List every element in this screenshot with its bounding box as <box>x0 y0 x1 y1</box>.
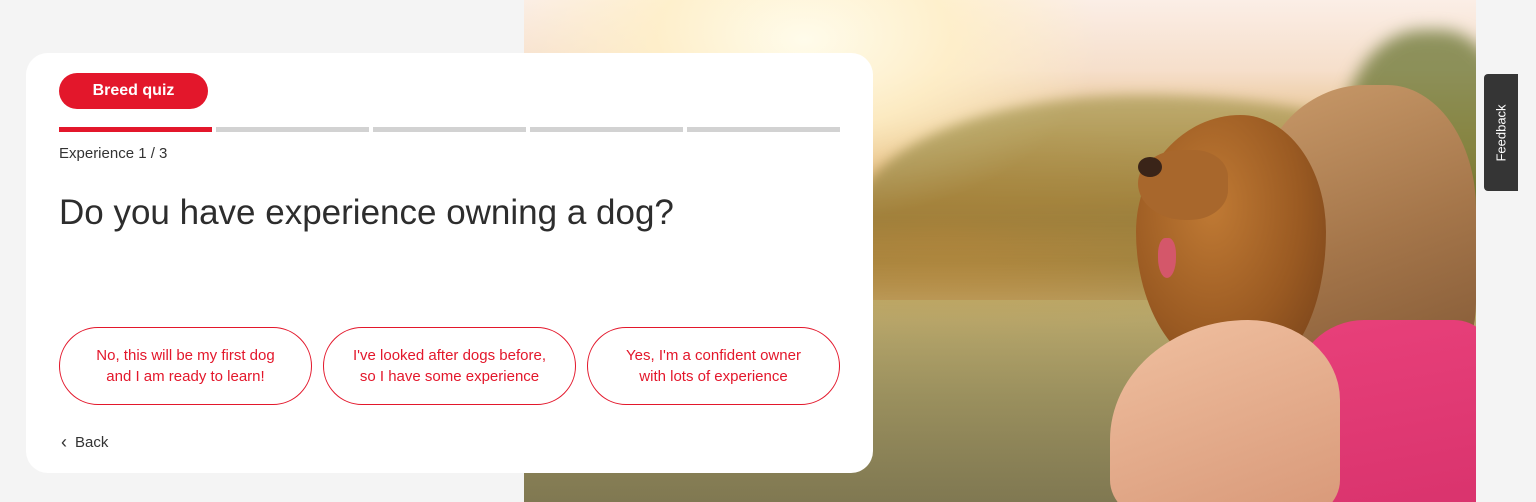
progress-bar <box>59 127 840 132</box>
answer-label: I've looked after dogs before, so I have… <box>353 347 546 385</box>
answer-confident-owner-button[interactable]: Yes, I'm a confident owner with lots of … <box>587 327 840 405</box>
hero-dog-nose <box>1138 157 1162 177</box>
progress-segment <box>530 127 683 132</box>
answer-some-experience-button[interactable]: I've looked after dogs before, so I have… <box>323 327 576 405</box>
chevron-left-icon: ‹ <box>61 432 67 452</box>
back-link[interactable]: ‹ Back <box>61 433 108 451</box>
back-label: Back <box>75 433 109 451</box>
quiz-card: Breed quiz Experience 1 / 3 Do you have … <box>26 53 873 473</box>
progress-segment <box>687 127 840 132</box>
answer-options: No, this will be my first dog and I am r… <box>59 327 840 405</box>
progress-segment <box>59 127 212 132</box>
step-label: Experience 1 / 3 <box>59 145 168 162</box>
hero-dog-tongue <box>1158 238 1176 278</box>
progress-segment <box>216 127 369 132</box>
progress-segment <box>373 127 526 132</box>
feedback-label: Feedback <box>1493 103 1509 162</box>
answer-first-dog-button[interactable]: No, this will be my first dog and I am r… <box>59 327 312 405</box>
answer-label: No, this will be my first dog and I am r… <box>96 347 275 385</box>
breed-quiz-badge[interactable]: Breed quiz <box>59 73 208 109</box>
question-title: Do you have experience owning a dog? <box>59 193 674 232</box>
answer-label: Yes, I'm a confident owner with lots of … <box>626 347 801 385</box>
feedback-tab[interactable]: Feedback <box>1484 74 1518 191</box>
